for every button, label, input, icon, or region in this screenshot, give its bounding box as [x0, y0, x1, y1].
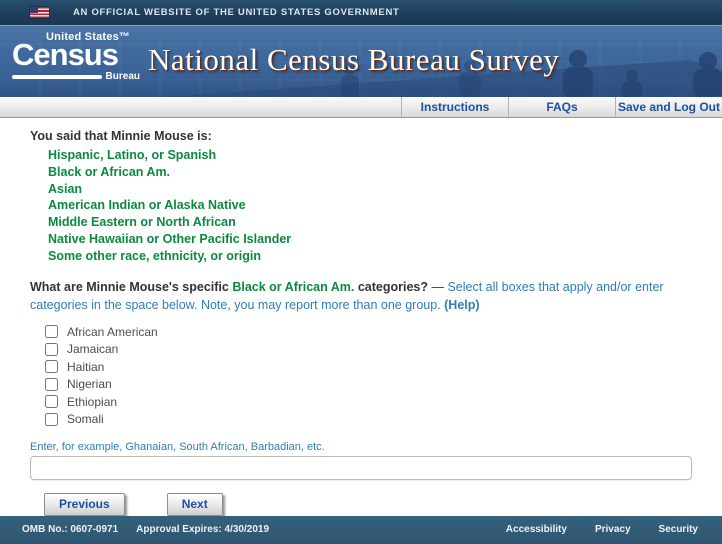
checkbox-label: Somali — [67, 412, 104, 427]
selected-category: Native Hawaiian or Other Pacific Islande… — [48, 231, 292, 246]
census-bureau-logo: United States™ Census Bureau — [12, 31, 140, 82]
header: United States™ Census Bureau National Ce… — [0, 25, 722, 97]
next-button[interactable]: Next — [166, 492, 223, 516]
checkbox-label: Haitian — [67, 359, 105, 374]
logo-bureau: Bureau — [105, 71, 140, 82]
selected-category: Middle Eastern or North African — [48, 215, 236, 230]
intro-heading: You said that Minnie Mouse is: — [30, 129, 212, 143]
logo-bottom: Bureau — [12, 71, 140, 82]
selected-category: Asian — [48, 181, 83, 196]
checkbox-row-haitian[interactable]: Haitian — [45, 358, 692, 376]
checkbox-jamaican[interactable] — [45, 342, 58, 356]
flag-canton — [30, 7, 38, 13]
input-hint: Enter, for example, Ghanaian, South Afri… — [30, 440, 325, 453]
page-title: National Census Bureau Survey — [148, 42, 560, 77]
previous-button[interactable]: Previous — [44, 492, 125, 516]
other-category-input[interactable] — [30, 455, 692, 480]
checkbox-african-american[interactable] — [45, 325, 58, 339]
question-highlight: Black or African Am. — [232, 279, 355, 294]
footer-left: OMB No.: 0607-0971 Approval Expires: 4/3… — [22, 524, 269, 535]
footer-links: Accessibility Privacy Security — [506, 524, 698, 535]
nav-faqs[interactable]: FAQs — [508, 97, 615, 117]
category-checkbox-group: African American Jamaican Haitian Nigeri… — [45, 323, 692, 428]
question-text: What are Minnie Mouse's specific Black o… — [30, 278, 690, 314]
nav-save-and-log-out[interactable]: Save and Log Out — [615, 97, 722, 117]
main-content: You said that Minnie Mouse is: Hispanic,… — [0, 118, 722, 516]
gov-banner: AN OFFICIAL WEBSITE OF THE UNITED STATES… — [0, 0, 722, 25]
selected-category: Black or African Am. — [48, 164, 171, 179]
question-suffix: categories? — [354, 279, 428, 294]
selected-category: Hispanic, Latino, or Spanish — [48, 148, 217, 162]
logo-bar — [12, 74, 102, 79]
us-flag-icon — [30, 7, 49, 18]
checkbox-ethiopian[interactable] — [45, 395, 58, 409]
census-survey-page: AN OFFICIAL WEBSITE OF THE UNITED STATES… — [0, 0, 722, 544]
selected-categories-list: Hispanic, Latino, or Spanish Black or Af… — [48, 147, 692, 265]
nav-instructions[interactable]: Instructions — [401, 97, 508, 117]
checkbox-somali[interactable] — [45, 412, 58, 426]
checkbox-row-nigerian[interactable]: Nigerian — [45, 375, 692, 393]
footer-privacy-link[interactable]: Privacy — [595, 524, 631, 535]
help-link[interactable]: (Help) — [444, 298, 479, 312]
checkbox-label: African American — [67, 324, 158, 339]
checkbox-label: Nigerian — [67, 377, 112, 392]
checkbox-row-jamaican[interactable]: Jamaican — [45, 340, 692, 358]
question-prefix: What are Minnie Mouse's specific — [30, 279, 233, 294]
checkbox-row-african-american[interactable]: African American — [45, 323, 692, 341]
footer: OMB No.: 0607-0971 Approval Expires: 4/3… — [0, 515, 722, 544]
checkbox-label: Ethiopian — [67, 394, 118, 409]
selected-category: American Indian or Alaska Native — [48, 198, 246, 213]
navbar: Instructions FAQs Save and Log Out — [0, 97, 722, 118]
checkbox-nigerian[interactable] — [45, 377, 58, 391]
selected-category: Some other race, ethnicity, or origin — [48, 248, 262, 263]
checkbox-row-ethiopian[interactable]: Ethiopian — [45, 393, 692, 411]
question-dash: — — [428, 279, 448, 294]
footer-accessibility-link[interactable]: Accessibility — [506, 524, 567, 535]
checkbox-row-somali[interactable]: Somali — [45, 410, 692, 428]
logo-census: Census — [12, 37, 119, 72]
footer-security-link[interactable]: Security — [659, 524, 698, 535]
omb-number: OMB No.: 0607-0971 — [22, 524, 119, 536]
gov-banner-text: AN OFFICIAL WEBSITE OF THE UNITED STATES… — [73, 7, 400, 18]
approval-expires: Approval Expires: 4/30/2019 — [136, 524, 270, 536]
checkbox-label: Jamaican — [67, 342, 119, 357]
button-row: Previous Next — [44, 492, 692, 516]
checkbox-haitian[interactable] — [45, 360, 58, 374]
